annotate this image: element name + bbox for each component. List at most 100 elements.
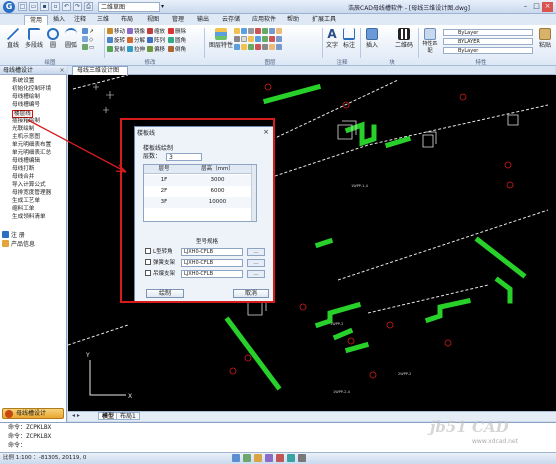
accessory-checkbox[interactable]: L型转角 [145,248,173,256]
tree-item-register[interactable]: 注 册 [2,231,25,239]
height-cell[interactable]: 3000 [184,176,251,185]
floors-input[interactable]: 3 [166,153,202,161]
browse-button[interactable]: … [247,259,265,267]
draw-tool-row[interactable]: ◇ [82,36,102,44]
text-button[interactable]: A 文字 [325,28,339,49]
copy-button[interactable]: 复制 [107,46,125,54]
tab-layout1[interactable]: 布局1 [116,412,140,420]
close-icon[interactable]: × [542,2,553,12]
grid-icon[interactable] [243,454,251,462]
minimize-icon[interactable]: – [520,2,531,12]
panel-menu-item[interactable]: 缩料工单 [12,206,34,214]
chevron-down-icon[interactable]: ▾ [161,3,164,10]
tab-apps[interactable]: 应用软件 [248,15,280,25]
color-select[interactable]: ByLayer [443,29,533,36]
scale-button[interactable]: 缩放 [147,28,165,36]
spec-field[interactable]: LJXH0-CFLB [181,259,243,267]
qrcode-button[interactable]: 二维码 [393,28,415,49]
draw-button[interactable]: 绘制 [146,289,184,298]
checkbox-icon[interactable] [145,270,151,276]
ortho-icon[interactable] [254,454,262,462]
arc-button[interactable]: 圆弧 [63,28,79,49]
layer-tool-row[interactable] [234,36,306,44]
panel-menu-item[interactable]: 导入计算公式 [12,182,46,190]
panel-menu-item[interactable]: 楼层线 [12,110,33,118]
draw-tool-row[interactable]: ▭ [82,44,102,52]
polyline-button[interactable]: 多段线 [24,28,44,49]
panel-menu-item[interactable]: 系统设置 [12,78,34,86]
rotate-button[interactable]: 旋转 [107,37,125,45]
tab-nav-icon[interactable]: ◂ ▸ [72,412,80,419]
undo-icon[interactable]: ↶ [62,2,71,11]
print-icon[interactable]: ⎙ [84,2,93,11]
accessory-checkbox[interactable]: 弹簧支架 [145,259,175,267]
new-file-icon[interactable]: □ [18,2,27,11]
height-cell[interactable]: 10000 [184,198,251,207]
explode-button[interactable]: 分解 [127,37,145,45]
height-cell[interactable]: 6000 [184,187,251,196]
tab-help[interactable]: 帮助 [283,15,303,25]
array-button[interactable]: 阵列 [147,37,165,45]
command-prompt[interactable]: 命令： [8,442,26,450]
chamfer-button[interactable]: 倒角 [168,46,186,54]
stretch-button[interactable]: 拉伸 [127,46,145,54]
tab-view[interactable]: 视图 [143,15,163,25]
save-as-icon[interactable]: ▫ [51,2,60,11]
tab-layout[interactable]: 布局 [117,15,137,25]
layer-tool-row[interactable] [234,28,306,36]
redo-icon[interactable]: ↷ [73,2,82,11]
table-scrollbar[interactable] [251,165,256,221]
save-icon[interactable]: ▪ [40,2,49,11]
lineweight-icon[interactable] [298,454,306,462]
match-properties-button[interactable]: 特性匹配 [421,28,439,54]
lineweight-select[interactable]: ByLayer [443,47,533,54]
circle-button[interactable]: 圆 [46,28,60,49]
panel-menu-item[interactable]: 单元明细表布置 [12,142,51,150]
app-logo-icon[interactable]: G [3,1,15,13]
panel-menu-item[interactable]: 母排宽度管理器 [12,190,51,198]
line-button[interactable]: 直线 [5,28,21,49]
panel-menu-item[interactable]: 主机示意图 [12,134,40,142]
dimension-button[interactable]: 标注 [342,28,356,49]
linetype-select[interactable]: BYLAYER [443,38,533,45]
insert-block-button[interactable]: 插入 [364,28,380,49]
tab-annotate[interactable]: 注释 [70,15,90,25]
panel-menu-item[interactable]: 母线合并 [12,174,34,182]
panel-menu-item[interactable]: 母线打断 [12,166,34,174]
panel-menu-item[interactable]: 母线槽编辑 [12,158,40,166]
workspace-select[interactable]: 二维草图 [98,2,160,12]
draw-tool-row[interactable]: ↗ [82,28,102,36]
spec-field[interactable]: LJXH0-CFLB [181,270,243,278]
document-tab[interactable]: 母线三维设计图 [72,66,128,75]
layer-properties-button[interactable]: 图层特性 [209,28,233,49]
spec-field[interactable]: LJXH0-CFLB [181,248,243,256]
tab-insert[interactable]: 插入 [49,15,69,25]
otrack-icon[interactable] [287,454,295,462]
panel-close-icon[interactable]: × [58,67,66,74]
panel-menu-item[interactable]: 母线槽编号 [12,102,40,110]
dialog-close-icon[interactable]: × [262,128,270,136]
checkbox-icon[interactable] [145,259,151,265]
panel-menu-item[interactable]: 光联绘制 [12,126,34,134]
mirror-button[interactable]: 镜像 [127,28,145,36]
paste-button[interactable]: 粘贴 [536,28,554,49]
panel-menu-item[interactable]: 母线槽绘制 [12,94,40,102]
panel-menu-item[interactable]: 生成领料清单 [12,214,46,222]
panel-menu-item[interactable]: 单元明细表汇总 [12,150,51,158]
accessory-checkbox[interactable]: 吊爆支架 [145,270,175,278]
panel-menu-item[interactable]: 插接箱绘制 [12,118,40,126]
checkbox-icon[interactable] [145,248,151,254]
maximize-icon[interactable]: □ [531,2,542,12]
move-button[interactable]: 移动 [107,28,125,36]
tab-extensions[interactable]: 扩展工具 [307,15,341,25]
tab-home[interactable]: 常用 [24,15,48,25]
browse-button[interactable]: … [247,270,265,278]
delete-button[interactable]: 删除 [168,28,186,36]
tab-3d[interactable]: 三维 [93,15,113,25]
tree-item-product-info[interactable]: 产品信息 [2,240,35,248]
tab-output[interactable]: 输出 [193,15,213,25]
fillet-button[interactable]: 圆角 [168,37,186,45]
open-file-icon[interactable]: ▭ [29,2,38,11]
polar-icon[interactable] [265,454,273,462]
tab-cloud[interactable]: 云存储 [217,15,245,25]
